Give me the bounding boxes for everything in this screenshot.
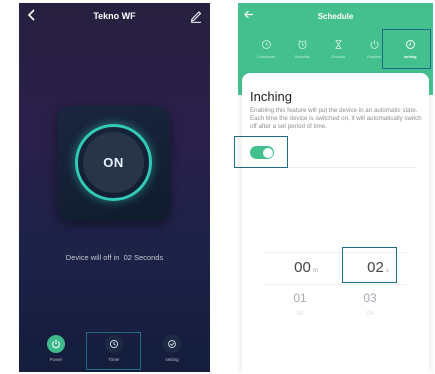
device-control-screen: Tekno WF ON Device will off in 02 Second… <box>19 3 210 372</box>
edit-icon[interactable] <box>190 9 202 23</box>
toggle-highlight-frame <box>234 136 288 168</box>
power-button[interactable]: ON <box>75 124 152 201</box>
power-button-inner: ON <box>83 132 144 193</box>
minutes-selected: 00 <box>294 259 311 276</box>
screenshot-stage: Tekno WF ON Device will off in 02 Second… <box>0 0 435 374</box>
hourglass-icon <box>320 38 356 50</box>
countdown-status-text: Device will off in 02 Seconds <box>65 253 164 262</box>
nav-item-setting[interactable]: setting <box>152 335 192 362</box>
device-title: Tekno WF <box>93 11 136 21</box>
seconds-highlight-frame <box>342 247 397 283</box>
inching-description: Enabling this feature will put the devic… <box>250 107 422 130</box>
tab-label-circulate: Circulate <box>330 55 346 59</box>
minutes-unit: m <box>312 268 318 274</box>
tab-schedule[interactable]: Schedule <box>284 38 320 59</box>
tab-countdown[interactable]: Countdown <box>248 38 284 59</box>
settings-icon <box>163 335 181 353</box>
power-tile: ON <box>57 106 170 221</box>
nav-label-power: Power <box>49 357 63 362</box>
power-state-label: ON <box>103 155 124 170</box>
inching-card: Inching Enabling this feature will put t… <box>242 73 429 372</box>
nav-label-setting: setting <box>165 357 179 362</box>
power-icon <box>47 335 65 353</box>
tab-circulate[interactable]: Circulate <box>320 38 356 59</box>
clock-icon <box>248 38 284 50</box>
tab-label-countdown: Countdown <box>256 55 276 59</box>
seconds-next2: 04 <box>366 311 374 317</box>
nav-item-power[interactable]: Power <box>36 335 76 362</box>
inching-title: Inching <box>250 89 292 104</box>
alarm-clock-icon <box>284 38 320 50</box>
schedule-title: Schedule <box>317 12 354 21</box>
tab-label-schedule: Schedule <box>294 55 310 59</box>
minutes-next2: 02 <box>296 311 304 317</box>
inching-tab-highlight-frame <box>382 29 431 69</box>
seconds-next: 03 <box>363 291 377 305</box>
minutes-wheel[interactable]: 00 m <box>282 259 330 277</box>
minutes-next: 01 <box>293 291 307 305</box>
countdown-status: Device will off in 02 Seconds <box>19 253 210 262</box>
timer-highlight-frame <box>86 332 141 370</box>
